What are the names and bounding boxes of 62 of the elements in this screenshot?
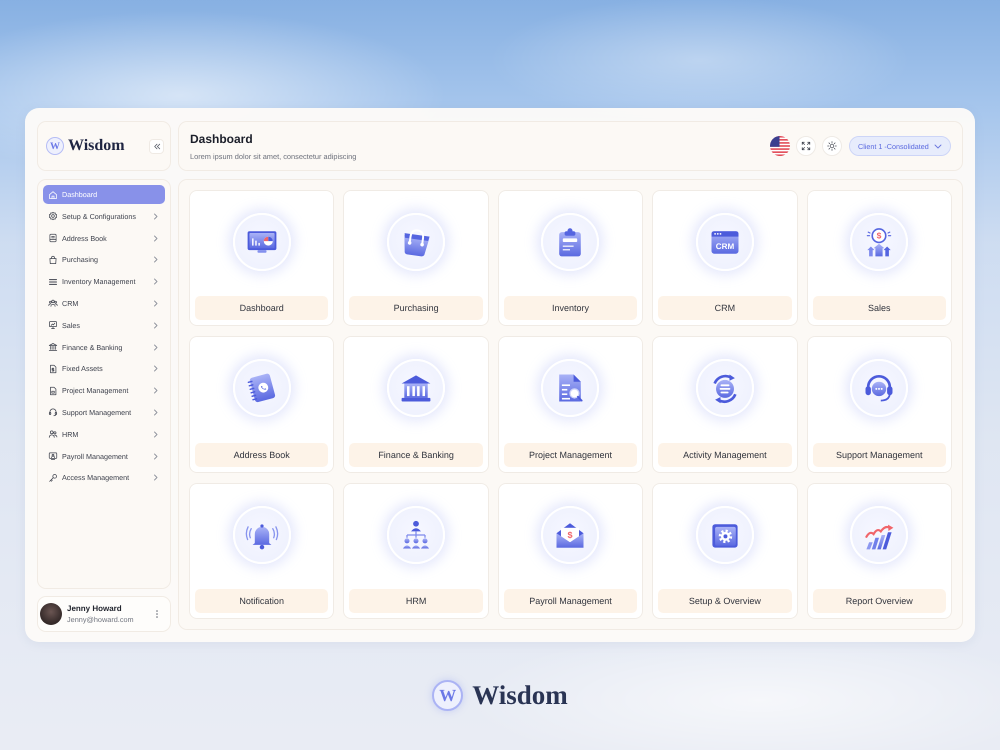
shopping-bag-icon: [48, 254, 58, 265]
address-book-icon: [48, 233, 58, 244]
module-label: CRM: [658, 296, 792, 320]
flag-icon[interactable]: [770, 136, 790, 156]
module-card[interactable]: $ Sales: [806, 190, 952, 326]
module-card[interactable]: Setup & Overview: [652, 482, 798, 619]
logo-mark: W: [432, 680, 464, 711]
module-label: Payroll Management: [504, 588, 638, 613]
users-icon: [48, 298, 58, 308]
presentation-board-icon: [48, 320, 58, 330]
document-icon: [48, 364, 58, 374]
module-label: Project Management: [504, 442, 638, 467]
double-chevron-left-icon: [152, 142, 160, 150]
list-icon: [48, 276, 58, 287]
module-card[interactable]: Activity Management: [652, 336, 798, 473]
module-card[interactable]: Notification: [189, 482, 334, 619]
module-label: Activity Management: [658, 442, 792, 467]
page-title: Dashboard: [190, 132, 254, 146]
brand-name: Wisdom: [68, 137, 125, 155]
bank-icon: [48, 342, 58, 352]
fullscreen-button[interactable]: [796, 136, 816, 156]
module-label: Report Overview: [812, 588, 946, 613]
module-label: Purchasing: [349, 296, 483, 320]
user-name: Jenny Howard: [67, 604, 123, 613]
module-label: Address Book: [195, 442, 328, 467]
module-card[interactable]: CRM CRM: [652, 190, 798, 326]
collapse-sidebar-button[interactable]: [149, 138, 164, 154]
module-card[interactable]: $ Payroll Management: [498, 482, 644, 619]
sun-icon: [827, 141, 837, 151]
module-label: Finance & Banking: [349, 442, 483, 467]
module-label: Sales: [812, 296, 946, 320]
coin-arrows-icon: $: [850, 213, 908, 272]
envelope-money-icon: $: [541, 506, 600, 564]
module-card[interactable]: Purchasing: [343, 190, 489, 326]
document-icon: [48, 386, 58, 396]
module-card[interactable]: Finance & Banking: [343, 336, 489, 473]
module-card[interactable]: Project Management: [498, 336, 644, 473]
brand-name: Wisdom: [472, 680, 568, 711]
module-label: Support Management: [812, 442, 946, 467]
module-card[interactable]: HRM: [343, 482, 489, 619]
module-card[interactable]: Address Book: [189, 336, 334, 473]
browser-window-icon: CRM: [696, 213, 754, 272]
home-icon: [48, 190, 58, 200]
monitor-user-icon: [48, 451, 58, 462]
key-icon: [48, 472, 58, 483]
chevron-down-icon: [934, 144, 942, 148]
fullscreen-icon: [801, 141, 811, 151]
module-card[interactable]: Report Overview: [806, 482, 952, 619]
headset-icon: [48, 407, 58, 418]
gear-icon: [48, 211, 58, 222]
module-card[interactable]: Inventory: [498, 190, 644, 326]
module-label: Dashboard: [195, 296, 328, 320]
module-label: Setup & Overview: [658, 588, 792, 613]
module-card[interactable]: Dashboard: [189, 190, 334, 326]
module-card[interactable]: Support Management: [806, 336, 952, 473]
module-label: HRM: [349, 588, 483, 613]
logo-mark: W: [46, 137, 64, 155]
theme-toggle-button[interactable]: [822, 136, 842, 156]
users-icon: [48, 429, 58, 440]
module-label: Notification: [195, 588, 328, 613]
module-label: Inventory: [504, 296, 638, 320]
avatar: [40, 603, 62, 625]
